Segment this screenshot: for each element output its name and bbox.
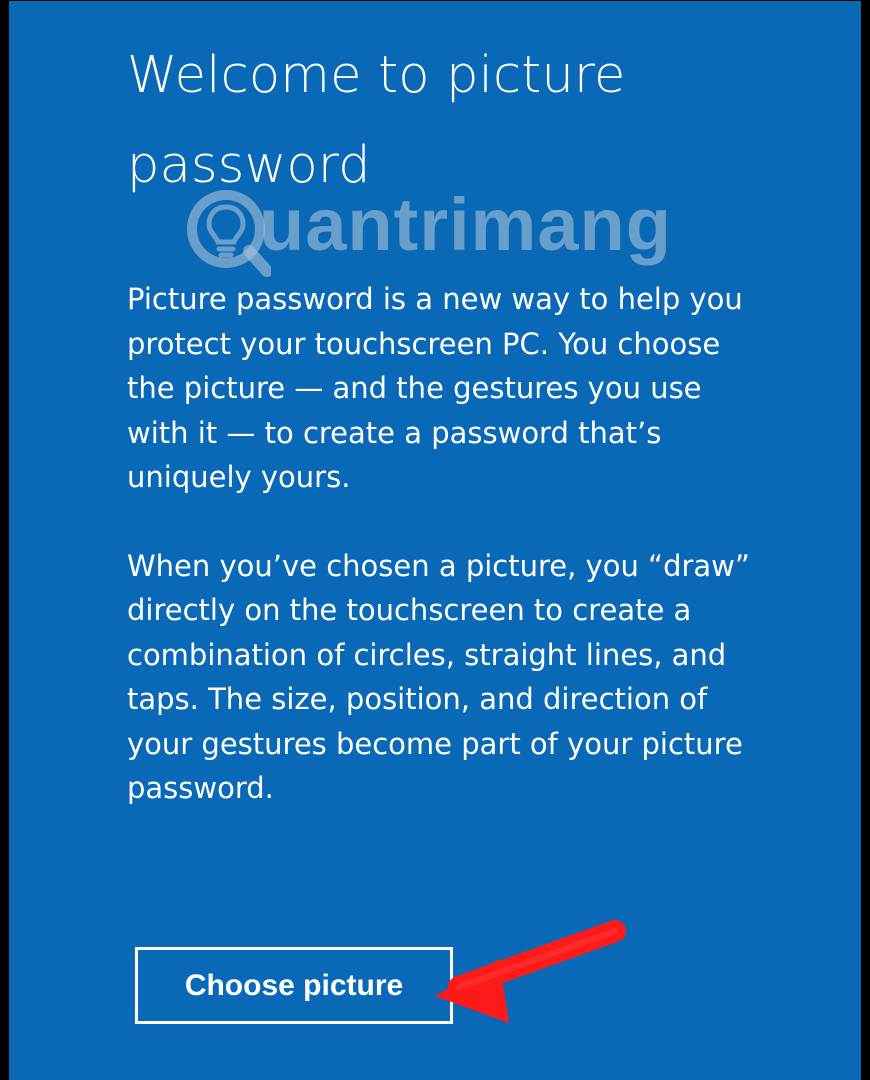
instructions-paragraph: When you’ve chosen a picture, you “draw”… — [127, 548, 750, 806]
intro-paragraph: Picture password is a new way to help yo… — [127, 282, 743, 494]
page-title: Welcome to picture password — [127, 46, 626, 195]
picture-password-window: uantrimang Welcome to picture password P… — [0, 0, 870, 1080]
dialog-content: Welcome to picture password Picture pass… — [127, 31, 767, 811]
choose-picture-button[interactable]: Choose picture — [135, 947, 453, 1024]
